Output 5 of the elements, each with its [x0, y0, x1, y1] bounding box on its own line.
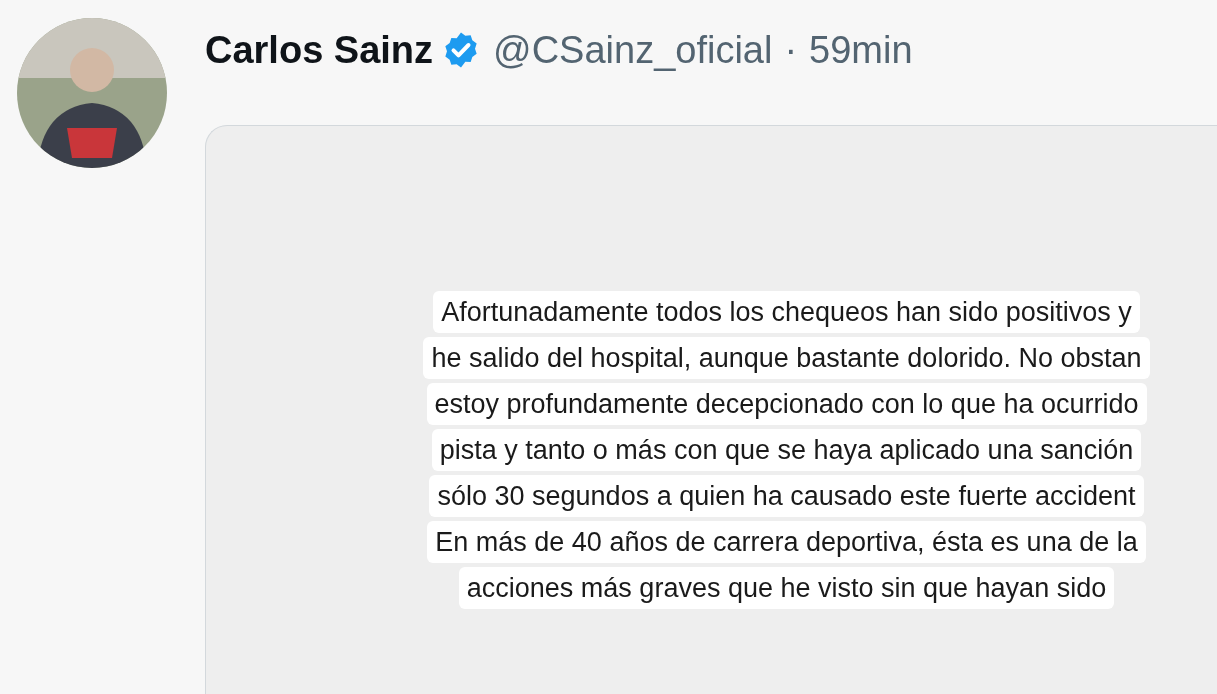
- author-name[interactable]: Carlos Sainz: [205, 28, 434, 72]
- media-card[interactable]: [205, 125, 1217, 694]
- handle[interactable]: @CSainz_oficial: [493, 28, 773, 72]
- post-time[interactable]: 59min: [809, 28, 913, 72]
- separator: ·: [784, 28, 798, 72]
